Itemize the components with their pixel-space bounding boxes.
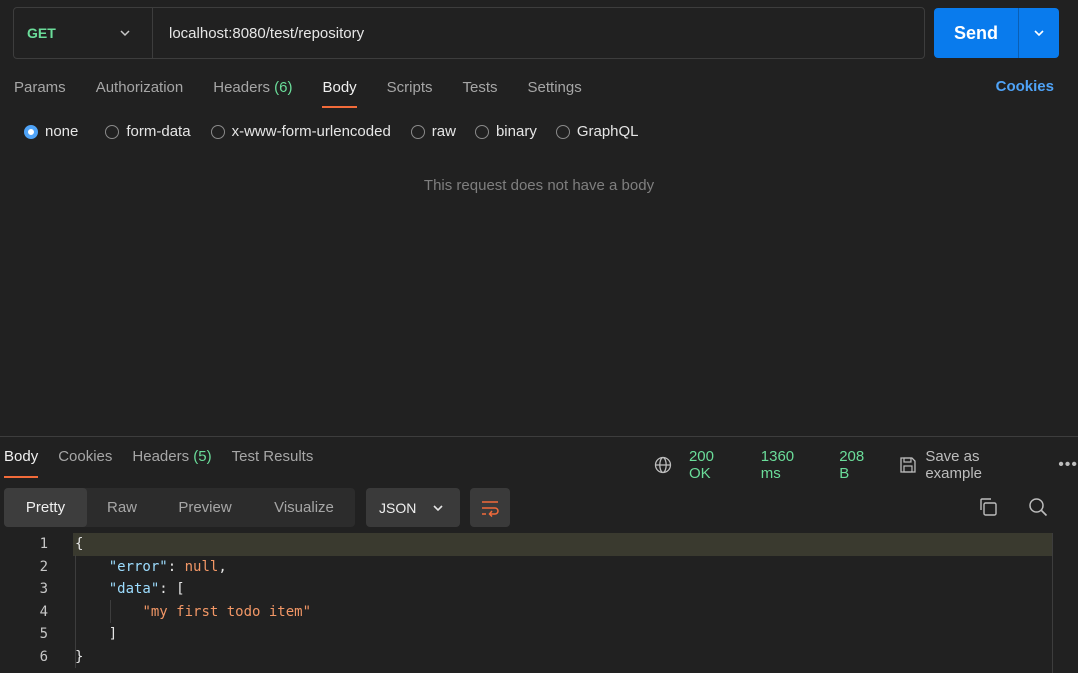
indent-guide bbox=[75, 555, 76, 668]
pane-divider[interactable] bbox=[0, 436, 1078, 437]
body-type-radios: none form-data x-www-form-urlencoded raw… bbox=[24, 123, 653, 140]
radio-form-data[interactable]: form-data bbox=[105, 123, 191, 140]
json-key: "error" bbox=[108, 558, 168, 575]
radio-dot bbox=[210, 124, 225, 139]
code-token: ] bbox=[108, 626, 118, 643]
code-content: ] bbox=[73, 623, 1052, 646]
line-number: 4 bbox=[39, 603, 48, 620]
save-as-example-label: Save as example bbox=[925, 448, 983, 482]
format-select[interactable]: JSON bbox=[366, 488, 460, 527]
response-tabs: Body Cookies Headers (5) Test Results bbox=[4, 448, 333, 478]
code-line: 5 ] bbox=[0, 623, 1078, 646]
indent-guide bbox=[110, 600, 111, 623]
code-line: 4 "my first todo item" bbox=[0, 601, 1078, 624]
cookies-link[interactable]: Cookies bbox=[996, 78, 1054, 95]
view-preview[interactable]: Preview bbox=[157, 488, 253, 527]
code-token: { bbox=[75, 536, 84, 552]
copy-icon[interactable] bbox=[978, 497, 998, 517]
request-tabs: Params Authorization Headers (6) Body Sc… bbox=[14, 78, 612, 108]
radio-dot bbox=[410, 124, 425, 139]
radio-label: binary bbox=[495, 123, 537, 140]
response-status-bar: 200 OK 1360 ms 208 B Save as example ••• bbox=[654, 448, 1078, 482]
code-content: "error": null, bbox=[108, 558, 227, 575]
method-select[interactable]: GET bbox=[14, 8, 152, 58]
code-token: } bbox=[75, 648, 84, 665]
save-as-example-button[interactable]: Save as example bbox=[899, 448, 1040, 482]
radio-urlencoded[interactable]: x-www-form-urlencoded bbox=[210, 123, 391, 140]
radio-dot bbox=[555, 124, 570, 139]
radio-dot bbox=[474, 124, 489, 139]
radio-label: GraphQL bbox=[576, 123, 639, 140]
method-label: GET bbox=[27, 25, 56, 41]
view-pretty[interactable]: Pretty bbox=[4, 488, 87, 527]
json-value: "my first todo item" bbox=[142, 603, 312, 620]
more-icon[interactable]: ••• bbox=[1058, 456, 1078, 474]
line-number: 1 bbox=[39, 536, 48, 552]
code-line: 6 } bbox=[0, 646, 1078, 669]
radio-binary[interactable]: binary bbox=[474, 123, 537, 140]
code-content: "my first todo item" bbox=[73, 601, 1052, 624]
code-token: [ bbox=[176, 581, 185, 598]
chevron-down-icon bbox=[433, 505, 443, 512]
wrap-icon bbox=[482, 500, 499, 517]
tab-label: Headers bbox=[132, 448, 190, 465]
radio-label: form-data bbox=[126, 123, 191, 140]
tab-label: Headers bbox=[213, 79, 270, 96]
save-icon bbox=[900, 457, 916, 473]
response-headers-count: (5) bbox=[193, 448, 212, 465]
tab-tests[interactable]: Tests bbox=[463, 78, 498, 108]
tab-test-results[interactable]: Test Results bbox=[232, 448, 314, 478]
response-body-editor[interactable]: 1 { 2 "error": null, 3 "data": [ 4 "my f… bbox=[0, 533, 1078, 673]
tab-params[interactable]: Params bbox=[14, 78, 66, 108]
line-number: 3 bbox=[39, 581, 48, 598]
radio-label: none bbox=[45, 123, 79, 140]
tab-settings[interactable]: Settings bbox=[528, 78, 582, 108]
send-options-button[interactable] bbox=[1019, 8, 1059, 58]
line-number: 5 bbox=[39, 626, 48, 643]
chevron-down-icon bbox=[120, 30, 130, 37]
response-size[interactable]: 208 B bbox=[839, 448, 878, 482]
tab-authorization[interactable]: Authorization bbox=[96, 78, 184, 108]
json-key: "data" bbox=[108, 581, 160, 598]
empty-body-message: This request does not have a body bbox=[423, 177, 655, 194]
tab-body[interactable]: Body bbox=[322, 78, 357, 108]
url-input[interactable]: localhost:8080/test/repository bbox=[153, 8, 924, 58]
code-line: 2 "error": null, bbox=[0, 556, 1078, 579]
json-value: null bbox=[184, 558, 219, 575]
radio-label: x-www-form-urlencoded bbox=[231, 123, 391, 140]
tab-response-cookies[interactable]: Cookies bbox=[58, 448, 112, 478]
line-number: 6 bbox=[39, 648, 48, 665]
send-button[interactable]: Send bbox=[934, 8, 1018, 58]
code-line: 1 { bbox=[0, 533, 1078, 556]
radio-none[interactable]: none bbox=[24, 123, 78, 140]
url-bar: GET localhost:8080/test/repository bbox=[13, 7, 925, 59]
wrap-lines-button[interactable] bbox=[470, 488, 510, 527]
tab-response-headers[interactable]: Headers (5) bbox=[132, 448, 211, 478]
chevron-down-icon bbox=[1034, 30, 1044, 37]
search-icon[interactable] bbox=[1028, 497, 1048, 517]
headers-count: (6) bbox=[274, 79, 293, 96]
view-raw[interactable]: Raw bbox=[87, 488, 157, 527]
code-line: 3 "data": [ bbox=[0, 578, 1078, 601]
code-content: } bbox=[73, 646, 1052, 669]
send-button-group: Send bbox=[934, 8, 1059, 58]
radio-dot bbox=[105, 124, 120, 139]
tab-headers[interactable]: Headers (6) bbox=[213, 78, 292, 108]
code-content: "data": [ bbox=[108, 581, 185, 598]
response-view-tabs: Pretty Raw Preview Visualize bbox=[4, 488, 355, 527]
tab-scripts[interactable]: Scripts bbox=[387, 78, 433, 108]
radio-label: raw bbox=[431, 123, 456, 140]
line-number: 2 bbox=[39, 558, 48, 575]
radio-dot bbox=[24, 124, 38, 139]
view-visualize[interactable]: Visualize bbox=[253, 488, 355, 527]
format-label: JSON bbox=[379, 499, 417, 516]
globe-icon[interactable] bbox=[654, 456, 672, 474]
radio-graphql[interactable]: GraphQL bbox=[555, 123, 639, 140]
response-time[interactable]: 1360 ms bbox=[761, 448, 818, 482]
tab-response-body[interactable]: Body bbox=[4, 448, 39, 478]
status-code[interactable]: 200 OK bbox=[689, 448, 740, 482]
editor-scrollbar[interactable] bbox=[1052, 533, 1053, 673]
code-content: { bbox=[73, 533, 1052, 556]
radio-raw[interactable]: raw bbox=[410, 123, 456, 140]
